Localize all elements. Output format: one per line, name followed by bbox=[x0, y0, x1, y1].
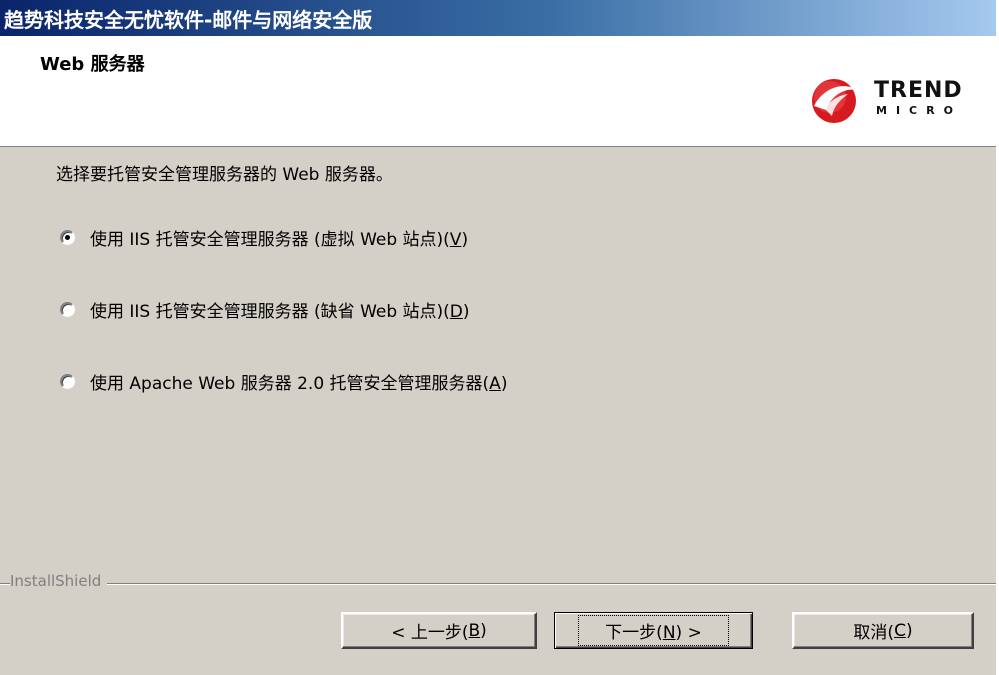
logo-subtext: MICRO bbox=[876, 104, 962, 117]
back-button[interactable]: < 上一步(B) bbox=[341, 612, 537, 649]
title-bar: 趋势科技安全无忧软件-邮件与网络安全版 bbox=[0, 0, 999, 36]
trend-micro-logo-icon bbox=[812, 79, 856, 123]
option-iis-default[interactable]: 使用 IIS 托管安全管理服务器 (缺省 Web 站点)(D) bbox=[60, 297, 470, 322]
instruction-text: 选择要托管安全管理服务器的 Web 服务器。 bbox=[56, 165, 393, 185]
option-label: 使用 IIS 托管安全管理服务器 (缺省 Web 站点)(D) bbox=[90, 302, 470, 322]
focus-rect: 下一步(N) > bbox=[578, 615, 729, 646]
trend-micro-logo: TREND MICRO bbox=[806, 76, 986, 126]
option-label: 使用 IIS 托管安全管理服务器 (虚拟 Web 站点)(V) bbox=[90, 230, 469, 250]
footer-divider bbox=[0, 583, 996, 585]
radio-button-selected[interactable] bbox=[60, 230, 75, 245]
logo-wordmark: TREND bbox=[874, 78, 963, 103]
option-label: 使用 Apache Web 服务器 2.0 托管安全管理服务器(A) bbox=[90, 374, 508, 394]
page-title: Web 服务器 bbox=[40, 54, 145, 75]
radio-button[interactable] bbox=[60, 374, 75, 389]
cancel-button[interactable]: 取消(C) bbox=[792, 612, 974, 649]
next-button[interactable]: 下一步(N) > bbox=[554, 612, 753, 649]
option-apache[interactable]: 使用 Apache Web 服务器 2.0 托管安全管理服务器(A) bbox=[60, 369, 507, 394]
window-title: 趋势科技安全无忧软件-邮件与网络安全版 bbox=[4, 7, 373, 32]
installshield-label: InstallShield bbox=[10, 572, 108, 590]
option-iis-virtual[interactable]: 使用 IIS 托管安全管理服务器 (虚拟 Web 站点)(V) bbox=[60, 225, 468, 250]
header-panel: Web 服务器 TREND MICRO bbox=[0, 36, 999, 147]
radio-button[interactable] bbox=[60, 302, 75, 317]
